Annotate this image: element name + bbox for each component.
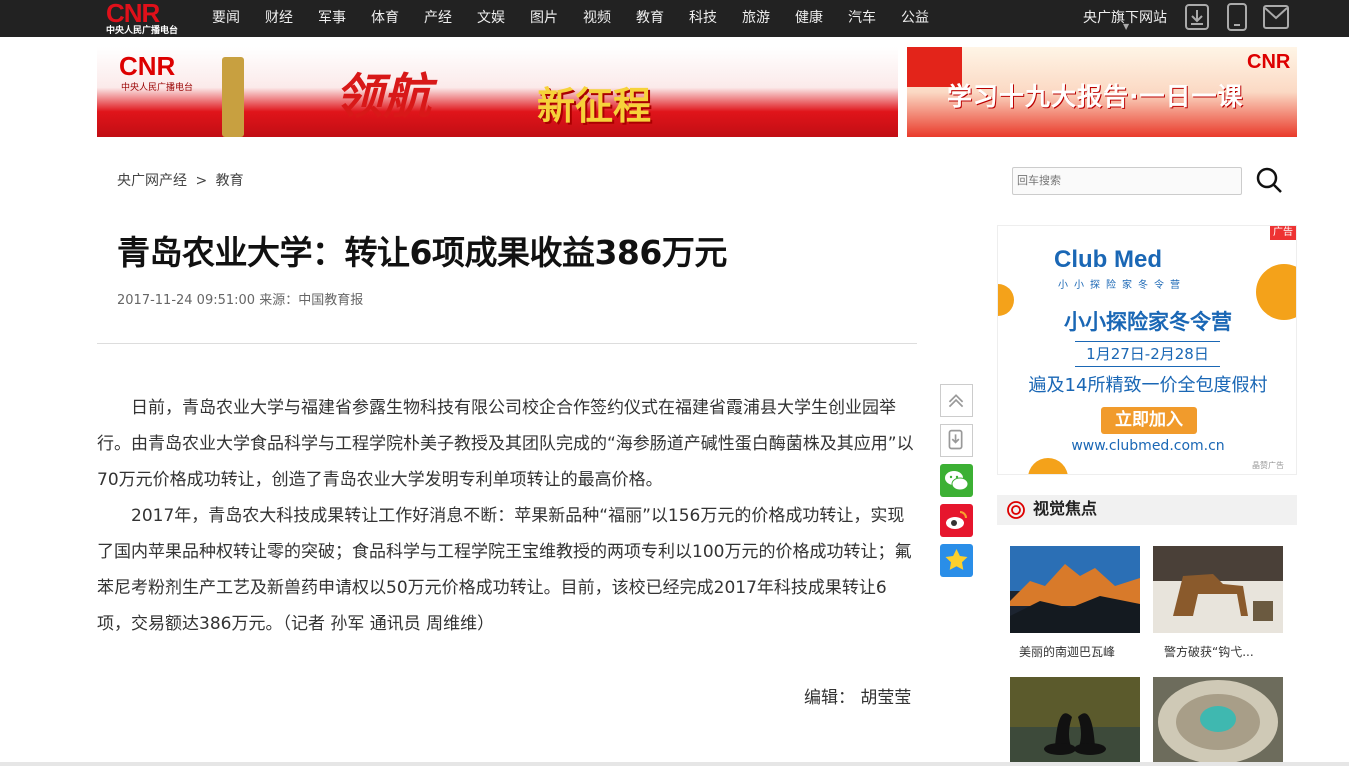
article-title: 青岛农业大学：转让6项成果收益386万元 <box>117 233 727 272</box>
focus-image-swans[interactable] <box>1010 677 1140 762</box>
nav-item[interactable]: 公益 <box>901 0 929 37</box>
nav-item[interactable]: 健康 <box>795 0 823 37</box>
banner-right-logo: CNR <box>1247 51 1291 73</box>
breadcrumb-current[interactable]: 教育 <box>216 173 244 189</box>
nav-item[interactable]: 教育 <box>636 0 664 37</box>
nav-item[interactable]: 旅游 <box>742 0 770 37</box>
nav-item[interactable]: 产经 <box>424 0 452 37</box>
search-input[interactable] <box>1013 168 1237 194</box>
chevron-down-icon: ▼ <box>1123 22 1130 31</box>
wechat-icon[interactable] <box>940 464 973 497</box>
ad-brand-sub: 小小探险家冬令营 <box>1058 280 1186 291</box>
breadcrumb-separator: > <box>195 173 208 189</box>
huabiao-pillar-image <box>222 57 244 137</box>
ad-headline: 小小探险家冬令营 <box>1064 310 1232 334</box>
nav-item[interactable]: 文娱 <box>477 0 505 37</box>
search-icon[interactable] <box>1255 166 1283 194</box>
download-icon[interactable] <box>940 424 973 457</box>
ad-club-med[interactable]: 广告 Club Med 小小探险家冬令营 小小探险家冬令营 1月27日-2月28… <box>997 225 1297 475</box>
article-paragraph: 2017年，青岛农大科技成果转让工作好消息不断：苹果新品种“福丽”以156万元的… <box>97 506 912 634</box>
breadcrumb: 央广网产经 > 教育 <box>117 170 248 190</box>
sun-icon <box>1028 458 1068 474</box>
nav-item[interactable]: 要闻 <box>212 0 240 37</box>
article-source: 来源：中国教育报 <box>259 293 364 308</box>
focus-image-horse[interactable] <box>1153 546 1283 633</box>
focus-image-stadium[interactable] <box>1153 677 1283 762</box>
weibo-icon[interactable] <box>940 504 973 537</box>
qzone-icon[interactable] <box>940 544 973 577</box>
banner-lead-new-journey[interactable]: CNR 中央人民广播电台 领航 新征程 <box>97 47 898 137</box>
breadcrumb-parent[interactable]: 央广网产经 <box>117 173 187 189</box>
ad-footer: 晶赞广告 <box>1252 461 1284 470</box>
mail-icon[interactable] <box>1263 3 1289 31</box>
visual-focus-header: 视觉焦点 <box>997 495 1297 525</box>
banner-logo: CNR <box>119 51 176 81</box>
banner-study-report[interactable]: 学习十九大报告·一日一课 CNR <box>907 47 1297 137</box>
article-datetime: 2017-11-24 09:51:00 <box>117 293 256 308</box>
eye-icon <box>1007 501 1025 519</box>
nav-item[interactable]: 体育 <box>371 0 399 37</box>
ad-brand: Club Med <box>1054 246 1162 273</box>
back-to-top-icon[interactable] <box>940 384 973 417</box>
article-body: 日前，青岛农业大学与福建省参露生物科技有限公司校企合作签约仪式在福建省霞浦县大学… <box>97 390 917 642</box>
ad-url[interactable]: www.clubmed.com.cn <box>998 438 1296 454</box>
nav-item[interactable]: 财经 <box>265 0 293 37</box>
banner-right-title: 学习十九大报告·一日一课 <box>947 82 1244 111</box>
ad-join-button[interactable]: 立即加入 <box>1101 407 1197 434</box>
visual-focus-title: 视觉焦点 <box>1033 499 1098 518</box>
download-icon[interactable] <box>1184 3 1210 31</box>
nav-item[interactable]: 军事 <box>318 0 346 37</box>
mobile-icon[interactable] <box>1224 3 1250 31</box>
focus-image-mountain[interactable] <box>1010 546 1140 633</box>
article-meta: 2017-11-24 09:51:00 来源：中国教育报 <box>117 289 363 308</box>
nav-item[interactable]: 图片 <box>530 0 558 37</box>
search-box <box>1012 167 1242 195</box>
article-paragraph: 日前，青岛农业大学与福建省参露生物科技有限公司校企合作签约仪式在福建省霞浦县大学… <box>97 398 914 490</box>
ad-tag: 广告 <box>1270 226 1296 240</box>
banner-title: 领航 <box>335 69 432 125</box>
banner-logo-sub: 中央人民广播电台 <box>121 83 194 93</box>
window-bottom-edge <box>0 762 1349 766</box>
banner-subtitle: 新征程 <box>537 84 652 128</box>
nav-item[interactable]: 科技 <box>689 0 717 37</box>
article-editor: 编辑： 胡莹莹 <box>804 688 912 708</box>
main-nav: 要闻 财经 军事 体育 产经 文娱 图片 视频 教育 科技 旅游 健康 汽车 公益 <box>212 0 954 37</box>
nav-item[interactable]: 视频 <box>583 0 611 37</box>
top-nav-bar: CNR 中央人民广播电台 要闻 财经 军事 体育 产经 文娱 图片 视频 教育 科技 旅游 健康 汽车公… <box>0 0 1349 37</box>
focus-caption[interactable]: 警方破获“钩弋... <box>1164 643 1254 660</box>
cnr-logo[interactable]: CNR 中央人民广播电台 <box>106 0 184 36</box>
nav-item[interactable]: 汽车 <box>848 0 876 37</box>
logo-subtitle: 中央人民广播电台 <box>106 26 179 36</box>
focus-caption[interactable]: 美丽的南迦巴瓦峰 <box>1019 643 1115 660</box>
sites-dropdown[interactable]: 央广旗下网站 ▼ <box>1083 0 1167 37</box>
divider <box>97 343 917 344</box>
ad-offer: 遍及14所精致一价全包度假村 <box>1028 375 1268 396</box>
ad-dates: 1月27日-2月28日 <box>1075 341 1220 367</box>
